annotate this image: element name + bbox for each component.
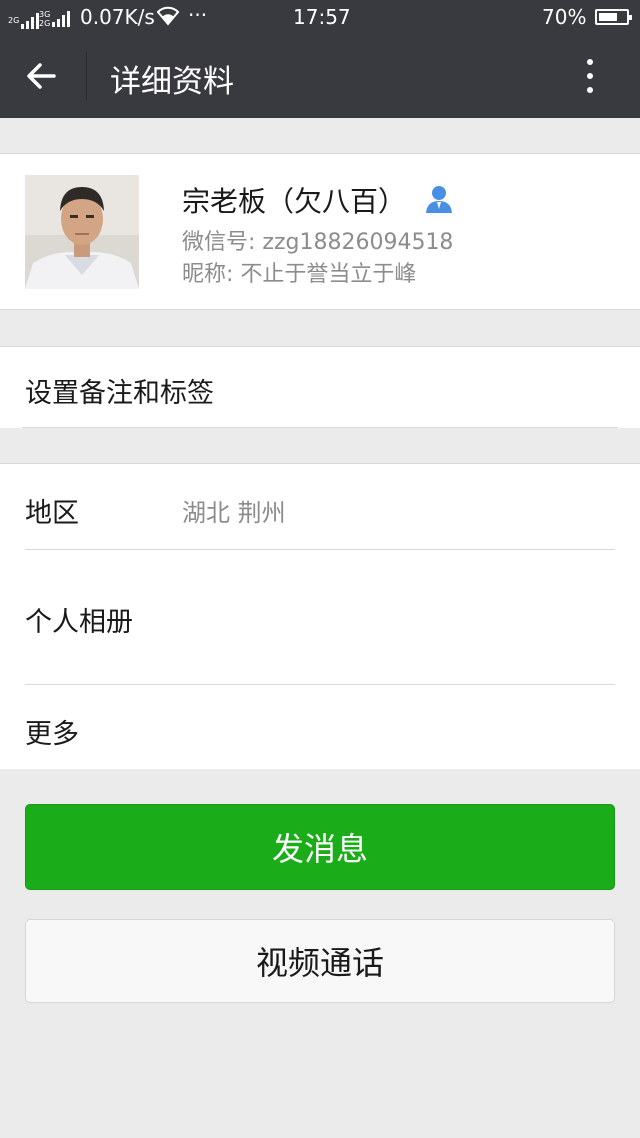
- nickname: 昵称: 不止于誉当立于峰: [182, 262, 417, 287]
- info-list: 地区 湖北 荆州 个人相册 更多: [0, 463, 640, 769]
- status-more-dots: ···: [188, 3, 208, 27]
- more-row[interactable]: 更多: [0, 685, 640, 770]
- avatar-image: [25, 175, 139, 289]
- profile-card[interactable]: 宗老板（欠八百） 微信号: zzg18826094518 昵称: 不止于誉当立于…: [0, 153, 640, 310]
- signal-bars-icon: [21, 12, 40, 29]
- signal-bars-icon: [52, 10, 71, 27]
- status-time: 17:57: [293, 5, 351, 29]
- signal-2g: 2G: [8, 7, 40, 31]
- remark-divider: [22, 427, 618, 428]
- net-speed: 0.07K/s: [80, 5, 155, 29]
- wechat-id: 微信号: zzg18826094518: [182, 230, 454, 255]
- personal-album-label: 个人相册: [25, 607, 133, 638]
- battery-icon: [595, 9, 632, 25]
- battery-fill: [599, 13, 618, 21]
- app-header: 详细资料: [0, 34, 640, 118]
- network-type-label: 2G: [8, 15, 20, 25]
- contact-name: 宗老板（欠八百）: [182, 185, 407, 218]
- region-row: 地区 湖北 荆州: [0, 464, 640, 549]
- signal-3g: 3G 2G: [39, 5, 71, 29]
- status-bar: 2G 3G 2G 0.07K/s ··· 17:57 70%: [0, 0, 640, 34]
- arrow-left-icon: [27, 63, 56, 89]
- header-divider: [86, 52, 87, 100]
- wifi-icon: [156, 6, 180, 31]
- network-type-top: 3G: [39, 9, 51, 19]
- personal-album-row[interactable]: 个人相册: [0, 550, 640, 684]
- video-call-button[interactable]: 视频通话: [25, 919, 615, 1003]
- region-value: 湖北 荆州: [182, 499, 286, 527]
- network-type-bottom: 2G: [39, 18, 51, 28]
- person-icon: [424, 184, 454, 214]
- avatar[interactable]: [25, 175, 139, 289]
- more-label: 更多: [25, 719, 79, 750]
- back-button[interactable]: [18, 52, 68, 100]
- send-message-button[interactable]: 发消息: [25, 804, 615, 890]
- page-title: 详细资料: [110, 64, 234, 100]
- remark-label: 设置备注和标签: [25, 378, 214, 409]
- set-remark-tags-row[interactable]: 设置备注和标签: [0, 346, 640, 428]
- region-label: 地区: [25, 498, 79, 529]
- battery-percent: 70%: [542, 5, 587, 29]
- more-options-button[interactable]: [570, 52, 610, 100]
